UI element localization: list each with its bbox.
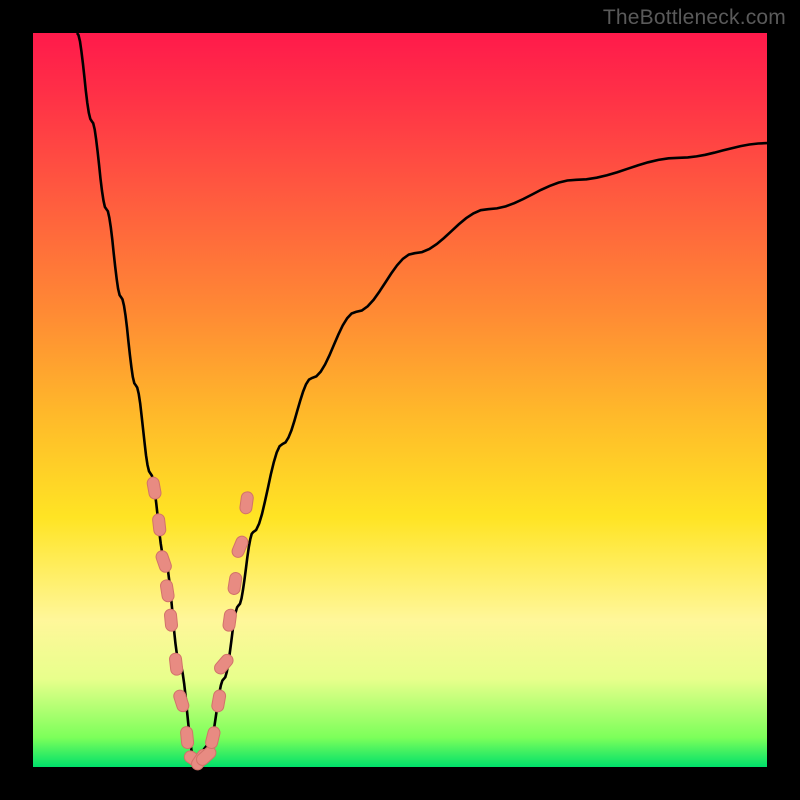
plot-area — [33, 33, 767, 767]
marker-point — [146, 476, 162, 500]
bottleneck-curve-path — [77, 33, 767, 760]
marker-point — [222, 608, 237, 631]
marker-point — [212, 652, 235, 677]
watermark-text: TheBottleneck.com — [603, 6, 786, 30]
marker-point — [172, 689, 190, 714]
marker-point — [204, 725, 221, 749]
marker-point — [180, 726, 194, 749]
marker-point — [239, 491, 254, 514]
marker-point — [154, 549, 173, 574]
curve-layer — [77, 33, 767, 760]
marker-point — [211, 689, 227, 713]
marker-point — [227, 572, 242, 596]
marker-point — [169, 653, 183, 676]
markers-layer — [146, 476, 254, 772]
marker-point — [160, 579, 175, 603]
outer-frame: TheBottleneck.com — [0, 0, 800, 800]
marker-point — [164, 609, 178, 632]
marker-point — [152, 513, 166, 536]
bottleneck-chart — [33, 33, 767, 767]
